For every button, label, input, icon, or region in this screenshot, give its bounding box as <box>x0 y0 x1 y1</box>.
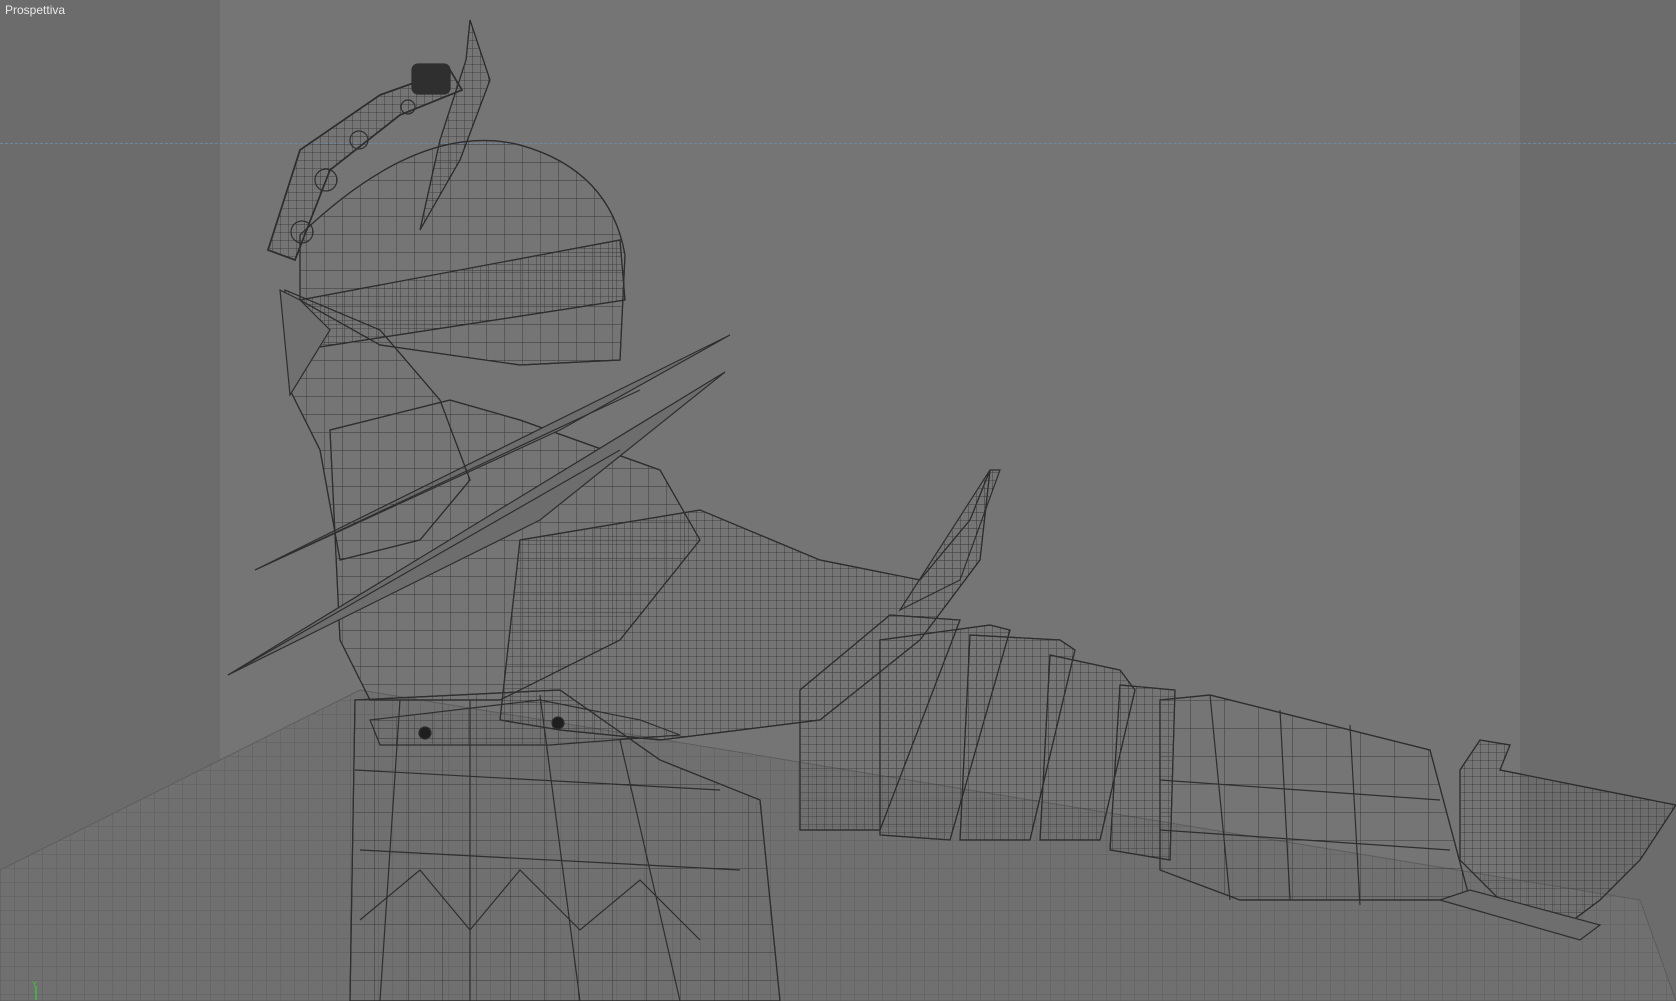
crest-rivet-4 <box>400 99 416 115</box>
crest-rivet-3 <box>290 220 314 244</box>
forearm-mesh <box>1159 694 1471 901</box>
strap-rivet-1 <box>418 726 432 740</box>
crest-rivet-1 <box>349 130 369 150</box>
perspective-viewport[interactable]: Prospettiva Y <box>0 0 1676 1001</box>
crest-knob <box>411 63 451 95</box>
crest-rivet-2 <box>314 168 338 192</box>
strap-rivet-2 <box>551 716 565 730</box>
arm-segments <box>799 614 1176 861</box>
axis-gizmo-icon: Y <box>31 980 37 1000</box>
wireframe-model[interactable] <box>0 0 1676 1001</box>
viewport-label[interactable]: Prospettiva <box>5 3 65 17</box>
axis-y-label: Y <box>31 980 37 989</box>
